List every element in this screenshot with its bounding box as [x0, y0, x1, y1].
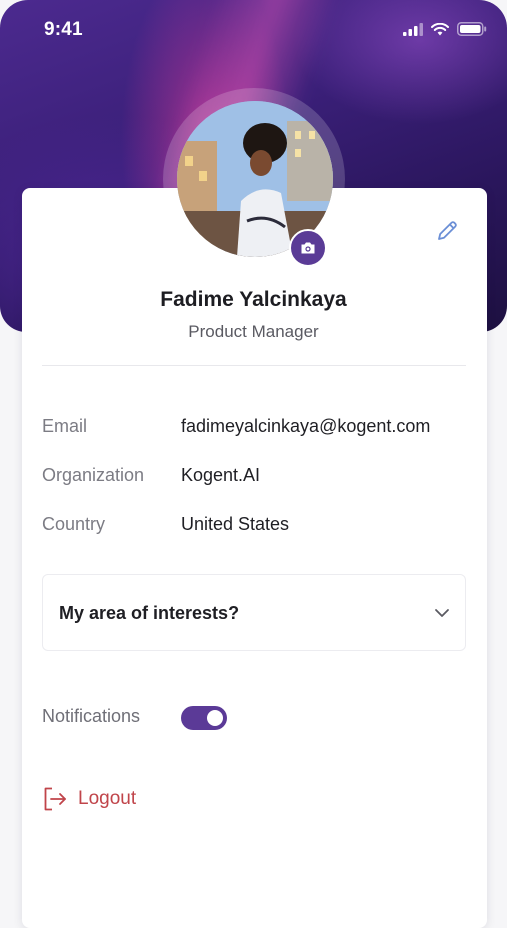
notifications-label: Notifications	[42, 706, 141, 726]
interests-dropdown[interactable]: My area of interests?	[42, 574, 466, 651]
divider	[42, 365, 466, 366]
signal-icon	[403, 22, 423, 36]
logout-icon	[44, 787, 66, 811]
status-time: 9:41	[44, 19, 83, 40]
logout-label: Logout	[78, 788, 137, 809]
battery-icon	[457, 22, 487, 36]
interests-dropdown-label: My area of interests?	[59, 603, 240, 623]
change-photo-button[interactable]	[289, 229, 327, 267]
logout-button[interactable]: Logout	[42, 786, 136, 812]
status-icons	[403, 22, 487, 36]
wifi-icon	[431, 22, 449, 35]
profile-name: Fadime Yalcinkaya	[160, 288, 347, 311]
camera-icon	[301, 242, 315, 254]
profile-role: Product Manager	[188, 322, 319, 341]
country-value: United States	[181, 514, 290, 534]
email-label: Email	[42, 416, 88, 436]
pencil-icon	[438, 221, 457, 240]
edit-profile-button[interactable]	[434, 218, 460, 244]
country-label: Country	[42, 514, 106, 534]
status-bar: 9:41	[0, 0, 507, 60]
email-value: fadimeyalcinkaya@kogent.com	[181, 416, 431, 436]
chevron-down-icon	[435, 609, 449, 617]
notifications-toggle[interactable]	[181, 706, 227, 730]
organization-label: Organization	[42, 465, 145, 485]
organization-value: Kogent.AI	[181, 465, 261, 485]
toggle-knob	[207, 710, 223, 726]
